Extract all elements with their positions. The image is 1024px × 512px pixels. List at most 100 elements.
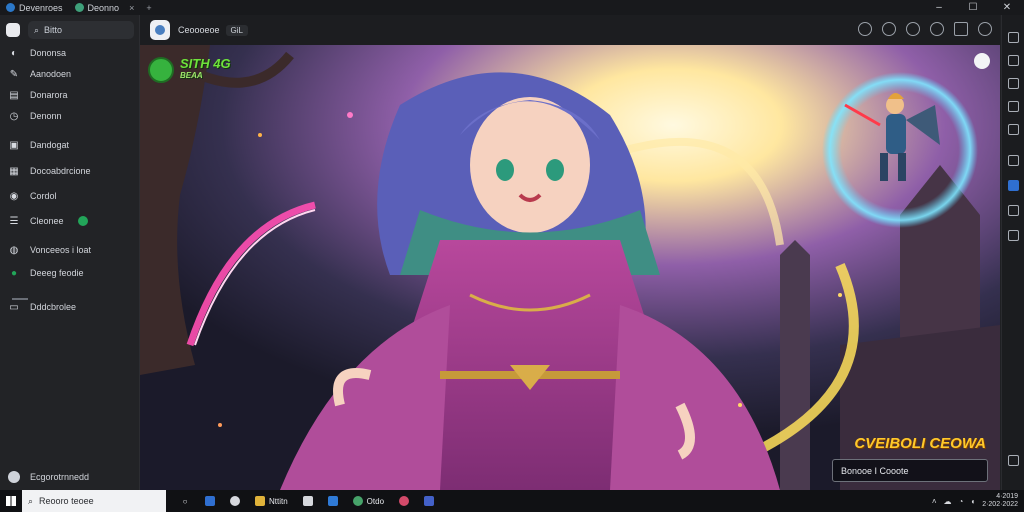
close-button[interactable]: ✕ [990,0,1024,15]
sidebar-item-8[interactable]: ☰ Cleonee [8,213,134,229]
apple-icon[interactable] [974,53,990,69]
clock-icon: ◷ [9,110,19,122]
settings-icon[interactable] [882,22,896,36]
content-header: Ceoooeoe GiL [140,15,1000,45]
minimize-button[interactable]: – [922,0,956,15]
discord-button[interactable]: Otdo [349,493,388,509]
discord-label: Otdo [366,496,385,506]
sidebar-item-label: Dddcbrolee [30,302,77,312]
taskbar-search-text: Reooro teoee [39,496,94,506]
chevron-up-icon[interactable]: ˄ [932,497,937,506]
sidebar: ⌕ Bitto ◐ Dononsa ✎ Aanodoen ▤ Donarora … [0,15,140,490]
user-icon: ◐ [10,47,18,59]
taskbar-search[interactable]: ⌕ Reooro teoee [22,490,166,512]
app-logo[interactable] [6,23,20,37]
pin-icon[interactable] [906,22,920,36]
maximize-button[interactable]: ☐ [956,0,990,15]
widgets-icon[interactable] [201,493,219,509]
settings-icon: ◉ [9,190,19,202]
stream-logo-line1: SITH 4G [180,56,231,71]
search-input[interactable]: ⌕ Bitto [28,21,134,39]
stream-logo: SITH 4G BEAA [148,57,231,83]
folder-icon: ▤ [9,89,19,101]
rail-icon-3[interactable] [1008,78,1019,89]
banner-title: CVEIBOLI CEOWA [854,435,986,452]
sidebar-item-9[interactable]: ◍ Vonceeos i loat [8,242,134,258]
sidebar-item-label: Donarora [30,90,68,100]
teams-icon[interactable] [420,493,438,509]
rail-icon-5[interactable] [1008,124,1019,135]
profile-label: Ecgorotrnnedd [30,472,90,482]
windows-icon [6,496,16,506]
clock-time: 4·2019 [996,493,1018,500]
sidebar-item-label: Denonn [30,111,62,121]
artwork-image [140,45,1000,490]
channel-chip[interactable]: GiL [225,24,248,36]
channel-title: Ceoooeoe [178,25,220,35]
rail-icon-7[interactable] [1008,205,1019,216]
chat-icon: ▣ [9,139,19,151]
artwork-canvas[interactable]: SITH 4G BEAA CVEIBOLI CEOWA Bonooe I Coo… [140,45,1000,490]
app-icon [6,3,15,12]
clock-date: 2·202·2022 [982,501,1018,508]
app-icon [74,3,84,12]
new-tab-button[interactable]: + [146,3,151,13]
taskbar: ⌕ Reooro teoee ○ Nttitn Otdo ˄ ☁ ◔ ◖ 4·2… [0,490,1024,512]
sidebar-item-4[interactable]: ◷ Denonn [8,108,134,124]
rail-icon-bottom[interactable] [1008,455,1019,466]
channel-avatar[interactable] [150,20,170,40]
task-view-icon[interactable]: ○ [176,493,194,509]
more-icon[interactable] [978,22,992,36]
vscode-icon[interactable] [324,493,342,509]
folder-icon: ▦ [9,165,19,177]
rail-icon-4[interactable] [1008,101,1019,112]
rail-icon-active[interactable] [1008,180,1019,191]
tab-deonno[interactable]: Deonno × [69,0,141,15]
sidebar-item-5[interactable]: ▣ Dandogat [8,137,134,153]
wifi-icon[interactable]: ◔ [959,497,964,506]
search-icon: ⌕ [34,24,40,35]
file-explorer-label: Nttitn [269,496,288,506]
discord-icon [352,496,363,506]
caption-box[interactable]: Bonooe I Cooote [832,459,988,482]
tab-devenroes[interactable]: Devenroes [0,0,69,15]
rail-icon-6[interactable] [1008,155,1019,166]
sidebar-item-3[interactable]: ▤ Donarora [8,87,134,103]
rail-icon-8[interactable] [1008,230,1019,241]
sidebar-item-2[interactable]: ✎ Aanodoen [8,66,134,82]
sidebar-item-label: Docoabdrcione [30,166,91,176]
file-explorer-button[interactable]: Nttitn [251,493,292,509]
search-icon: ⌕ [28,495,34,506]
volume-icon[interactable]: ◖ [970,497,975,506]
list-icon: ☰ [9,215,19,227]
clock[interactable]: 4·2019 2·202·2022 [982,493,1018,509]
app-window: Devenroes Deonno × + – ☐ ✕ ⌕ Bitto ◐ Don… [0,0,1024,490]
sidebar-item-label: Dononsa [30,48,67,58]
info-icon[interactable] [930,22,944,36]
tab-close-icon[interactable]: × [129,3,134,13]
sidebar-item-7[interactable]: ◉ Cordol [8,188,134,204]
history-icon[interactable] [858,22,872,36]
sidebar-item-6[interactable]: ▦ Docoabdrcione [8,163,134,179]
search-text: Bitto [44,25,63,35]
rail-icon-2[interactable] [1008,55,1019,66]
tab-label: Deonno [87,2,120,13]
cloud-icon[interactable]: ☁ [944,497,952,506]
edge-icon[interactable] [226,493,244,509]
online-badge [77,216,88,226]
sidebar-item-label: Dandogat [30,140,70,150]
store-icon[interactable] [299,493,317,509]
pen-icon: ✎ [9,68,19,80]
start-button[interactable] [0,490,22,512]
file-explorer-icon [255,496,265,506]
sidebar-item-1[interactable]: ◐ Dononsa [8,45,134,61]
stream-logo-line2: BEAA [180,71,203,80]
sidebar-item-10[interactable]: ● Deeeg feodie [8,265,134,281]
pen-icon[interactable] [954,22,968,36]
system-tray: ˄ ☁ ◔ ◖ 4·2019 2·202·2022 [932,490,1018,512]
profile-button[interactable]: Ecgorotrnnedd [8,471,89,483]
rail-icon-1[interactable] [1008,32,1019,43]
chrome-icon[interactable] [395,493,413,509]
sidebar-item-11[interactable]: ▭ Dddcbrolee [8,299,134,315]
title-bar: Devenroes Deonno × + – ☐ ✕ [0,0,1024,15]
